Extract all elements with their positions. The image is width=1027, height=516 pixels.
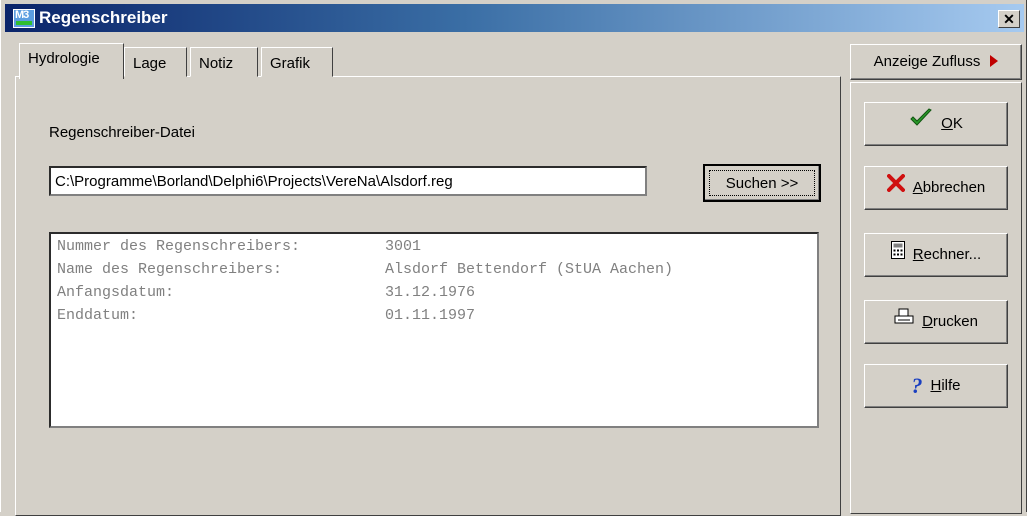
check-icon — [909, 103, 933, 145]
info-value: Alsdorf Bettendorf (StUA Aachen) — [385, 261, 674, 278]
info-textbox[interactable]: Nummer des Regenschreibers: 3001 Name des… — [49, 232, 819, 428]
search-button[interactable]: Suchen >> — [703, 164, 821, 202]
close-button[interactable]: ✕ — [998, 10, 1020, 28]
anzeige-zufluss-button[interactable]: Anzeige Zufluss — [850, 44, 1022, 80]
title-bar[interactable]: M3 Regenschreiber ✕ — [5, 4, 1024, 32]
rechner-mnemonic: R — [912, 246, 924, 263]
hilfe-label: ilfe — [941, 377, 961, 394]
hilfe-mnemonic: H — [930, 377, 942, 394]
drucken-button[interactable]: Drucken — [864, 300, 1008, 344]
info-key: Name des Regenschreibers: — [57, 261, 283, 278]
hilfe-button[interactable]: ? Hilfe — [864, 364, 1008, 408]
abbrechen-label: bbrechen — [922, 179, 986, 196]
info-value: 31.12.1976 — [385, 284, 476, 301]
ok-label: K — [952, 115, 963, 132]
info-row-anfang: Anfangsdatum: 31.12.1976 — [57, 284, 811, 307]
window-title: Regenschreiber — [39, 8, 168, 27]
info-value: 01.11.1997 — [385, 307, 476, 324]
tab-label: Lage — [133, 55, 167, 72]
ok-mnemonic: O — [941, 115, 953, 132]
calculator-icon — [890, 234, 905, 276]
rechner-label: echner... — [923, 246, 982, 263]
info-row-ende: Enddatum: 01.11.1997 — [57, 307, 811, 330]
tab-label: Hydrologie — [28, 50, 100, 67]
rechner-button[interactable]: Rechner... — [864, 233, 1008, 277]
search-button-label: Suchen >> — [709, 170, 815, 196]
question-icon: ? — [911, 373, 923, 399]
drucken-label: rucken — [932, 313, 978, 330]
file-path-input[interactable] — [49, 166, 647, 196]
abbrechen-mnemonic: A — [912, 179, 923, 196]
info-key: Nummer des Regenschreibers: — [57, 238, 301, 255]
tab-grafik[interactable]: Grafik — [261, 47, 333, 77]
info-value: 3001 — [385, 238, 422, 255]
file-label: Regenschreiber-Datei — [49, 124, 195, 141]
info-row-nummer: Nummer des Regenschreibers: 3001 — [57, 238, 811, 261]
printer-icon — [894, 301, 914, 343]
side-panel — [850, 82, 1022, 514]
tab-label: Grafik — [270, 55, 311, 72]
zufluss-label: Anzeige Zufluss — [873, 53, 981, 70]
info-key: Enddatum: — [57, 307, 139, 324]
dialog-window: M3 Regenschreiber ✕ Hydrologie Lage Noti… — [0, 0, 1027, 516]
close-icon: ✕ — [1003, 11, 1015, 27]
arrow-right-icon — [990, 55, 999, 67]
info-key: Anfangsdatum: — [57, 284, 175, 301]
tab-lage[interactable]: Lage — [124, 47, 187, 77]
tab-hydrologie[interactable]: Hydrologie — [19, 43, 124, 79]
abbrechen-button[interactable]: Abbrechen — [864, 166, 1008, 210]
tab-label: Notiz — [199, 55, 234, 72]
x-icon — [886, 167, 905, 209]
tab-notiz[interactable]: Notiz — [190, 47, 258, 77]
ok-button[interactable]: OK — [864, 102, 1008, 146]
info-row-name: Name des Regenschreibers: Alsdorf Bettend… — [57, 261, 811, 284]
app-icon: M3 — [13, 9, 35, 28]
drucken-mnemonic: D — [922, 313, 933, 330]
